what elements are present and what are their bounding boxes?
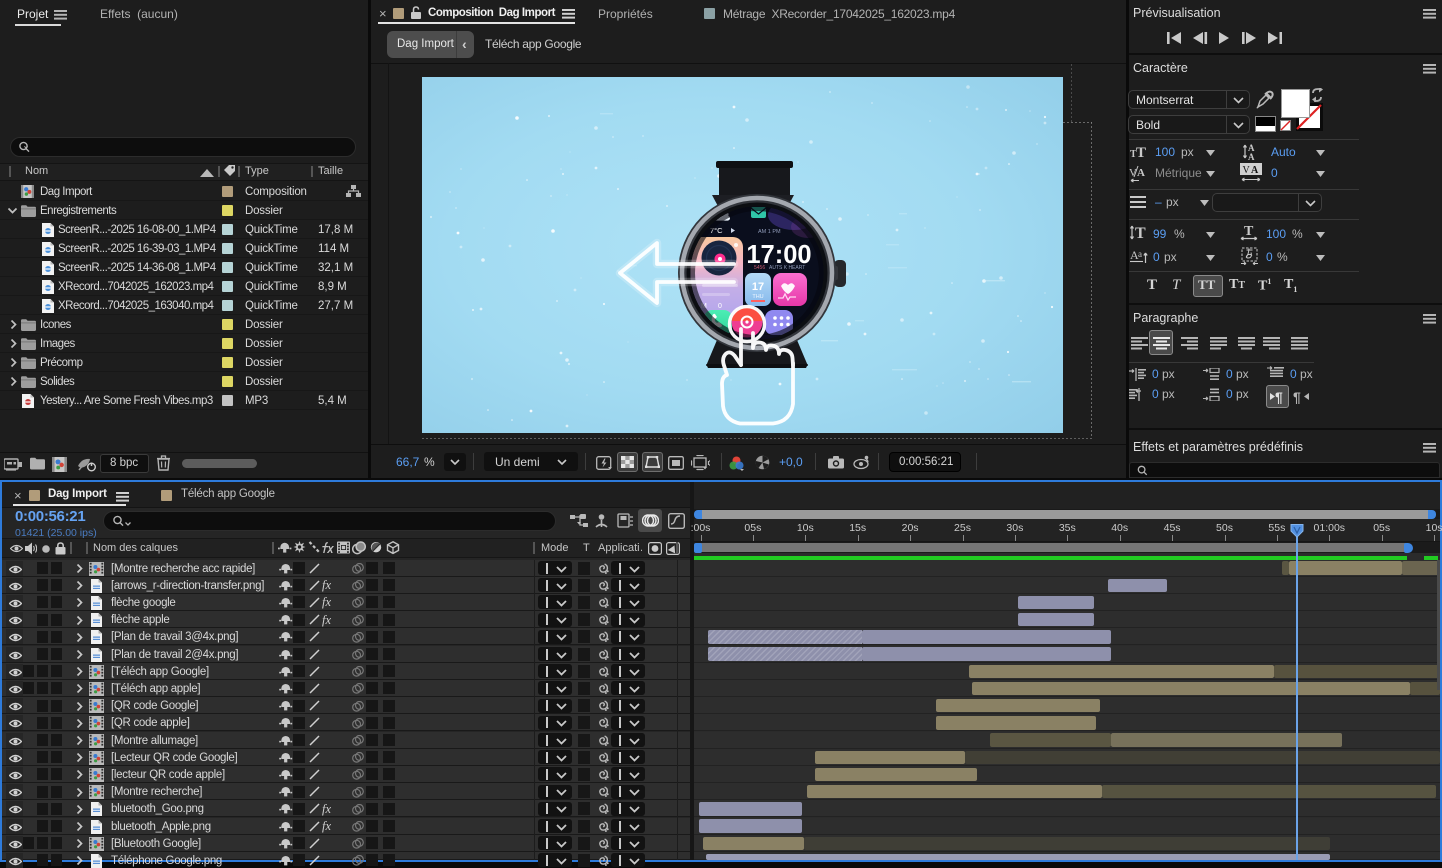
svg-text:AUTS K HEART: AUTS K HEART — [769, 265, 805, 271]
svg-text:V: V — [1243, 165, 1251, 176]
svg-text:THU: THU — [752, 294, 763, 300]
svg-text:a: a — [1138, 249, 1142, 259]
svg-text:T: T — [1244, 224, 1254, 239]
svg-text:¶: ¶ — [1293, 389, 1301, 404]
svg-text:A: A — [1251, 165, 1259, 176]
svg-text:T: T — [1135, 225, 1146, 241]
svg-text:5456: 5456 — [754, 265, 765, 271]
svg-text:T: T — [1136, 145, 1146, 158]
svg-text:17: 17 — [752, 281, 764, 293]
svg-text:A: A — [1137, 167, 1145, 179]
svg-text:AM 1 PM: AM 1 PM — [758, 229, 781, 235]
svg-text:0: 0 — [718, 303, 722, 310]
svg-text:A: A — [1248, 152, 1255, 161]
svg-text:¶: ¶ — [1275, 389, 1283, 404]
